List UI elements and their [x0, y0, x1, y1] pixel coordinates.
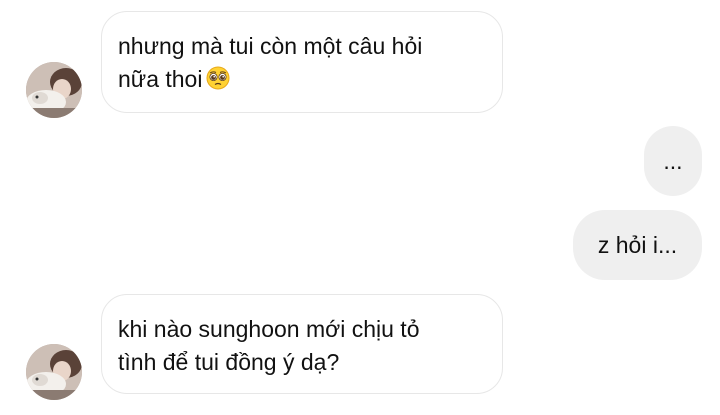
- sender-avatar[interactable]: [26, 62, 82, 118]
- message-text-line: khi nào sunghoon mới chịu tỏ: [118, 316, 420, 342]
- outgoing-message-bubble[interactable]: ...: [644, 126, 702, 196]
- incoming-message-bubble[interactable]: nhưng mà tui còn một câu hỏi nữa thoi: [101, 11, 503, 113]
- pleading-face-icon: [206, 66, 230, 99]
- incoming-message-bubble[interactable]: khi nào sunghoon mới chịu tỏ tình để tui…: [101, 294, 503, 394]
- message-text-line: nhưng mà tui còn một câu hỏi: [118, 33, 423, 59]
- sender-avatar[interactable]: [26, 344, 82, 400]
- profile-photo-icon: [26, 62, 82, 118]
- profile-photo-icon: [26, 344, 82, 400]
- message-text: z hỏi i...: [597, 231, 678, 258]
- message-text-line: nữa thoi: [118, 63, 486, 99]
- outgoing-message-bubble[interactable]: z hỏi i...: [573, 210, 702, 280]
- message-text-line: tình để tui đồng ý dạ?: [118, 349, 340, 375]
- message-text: ...: [663, 147, 683, 174]
